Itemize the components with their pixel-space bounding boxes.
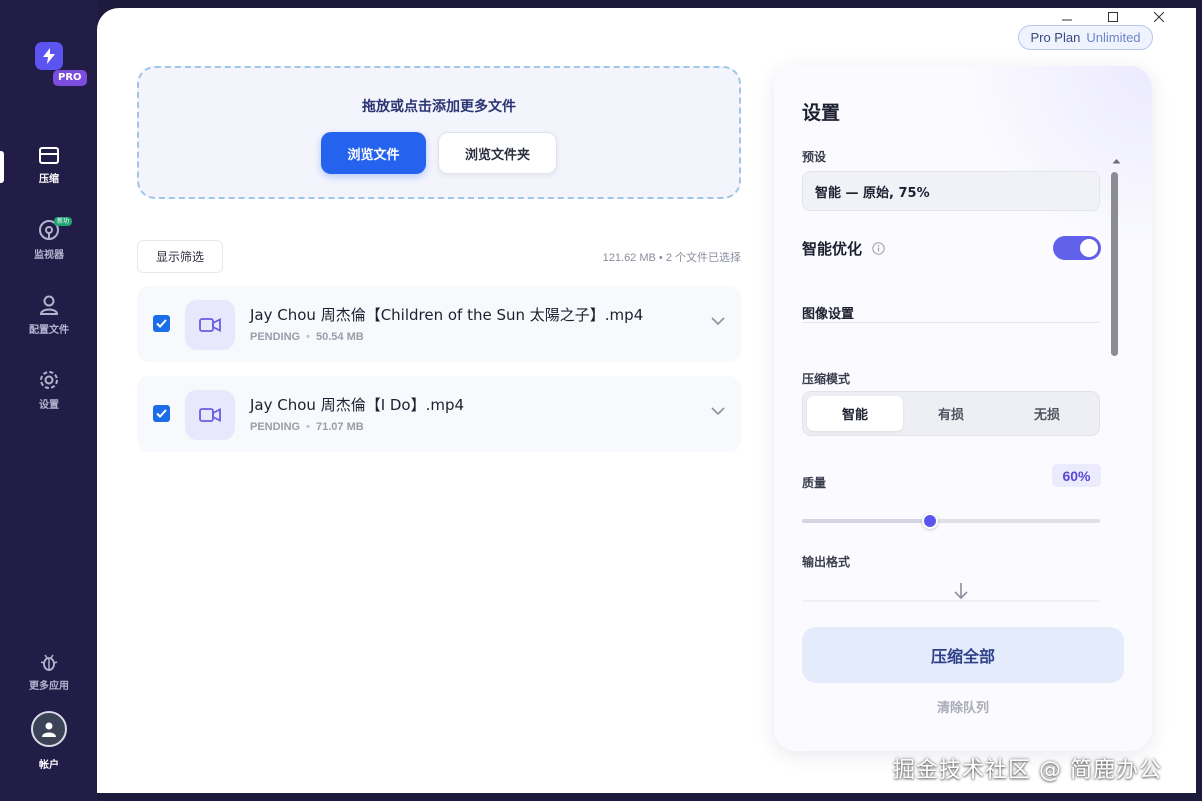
clear-queue-link[interactable]: 清除队列 (774, 697, 1152, 716)
arrow-down-icon[interactable] (954, 582, 968, 600)
slider-thumb[interactable] (922, 513, 939, 529)
compress-all-button[interactable]: 压缩全部 (802, 627, 1124, 683)
quality-label: 质量 (802, 476, 827, 490)
image-settings-heading: 图像设置 (802, 307, 855, 322)
maximize-icon (1108, 12, 1118, 22)
scroll-up-icon[interactable] (1112, 158, 1121, 164)
main-panel: Pro Plan Unlimited 拖放或点击添加更多文件 浏览文件 浏览文件… (97, 8, 1196, 793)
account-avatar[interactable] (31, 711, 67, 747)
bolt-icon (35, 42, 63, 70)
close-button[interactable] (1136, 8, 1182, 26)
video-icon (185, 300, 235, 350)
file-meta: PENDING • 50.54 MB (250, 331, 364, 343)
maximize-button[interactable] (1090, 8, 1136, 26)
browse-folder-button[interactable]: 浏览文件夹 (438, 132, 557, 174)
browse-files-button[interactable]: 浏览文件 (321, 132, 426, 174)
window-controls (1044, 8, 1182, 26)
nav-label: 配置文件 (29, 325, 69, 336)
smart-optimize-toggle[interactable] (1053, 236, 1101, 260)
nav-monitor[interactable]: 新功 监视器 (8, 217, 90, 269)
mode-lossy[interactable]: 有损 (903, 396, 999, 431)
close-icon (1154, 12, 1164, 22)
file-checkbox[interactable] (153, 405, 170, 422)
info-icon[interactable] (872, 242, 885, 255)
box-icon (39, 147, 59, 164)
file-checkbox[interactable] (153, 315, 170, 332)
plan-badge[interactable]: Pro Plan Unlimited (1018, 25, 1153, 50)
file-status: PENDING (250, 421, 301, 433)
nav-label: 更多应用 (29, 681, 69, 692)
quality-value: 60% (1052, 464, 1101, 487)
mode-smart[interactable]: 智能 (807, 396, 903, 431)
app-logo: PRO (34, 40, 87, 90)
sidebar: PRO 压缩 新功 监视器 配置文件 设置 更多应用 帐户 (0, 0, 98, 801)
separator-dot: • (306, 421, 310, 433)
file-meta: PENDING • 71.07 MB (250, 421, 364, 433)
preset-select[interactable]: 智能 — 原始, 75% (802, 171, 1100, 211)
separator-dot: • (306, 331, 310, 343)
bug-icon (40, 654, 58, 671)
nav-label: 设置 (39, 400, 59, 411)
file-size: 71.07 MB (315, 421, 364, 433)
show-filter-button[interactable]: 显示筛选 (137, 240, 223, 273)
new-badge: 新功 (54, 217, 73, 226)
check-icon (156, 319, 167, 328)
minimize-button[interactable] (1044, 8, 1090, 26)
settings-panel: 设置 预设 智能 — 原始, 75% 智能优化 图像设置 压缩模式 智能 有损 … (774, 66, 1152, 751)
account-label: 帐户 (39, 760, 59, 771)
selection-summary: 121.62 MB • 2 个文件已选择 (602, 252, 741, 264)
active-indicator (0, 151, 4, 183)
user-icon (39, 295, 59, 315)
file-size: 50.54 MB (315, 331, 364, 343)
compress-mode-selector: 智能 有损 无损 (802, 391, 1100, 436)
faded-content (802, 588, 1100, 608)
settings-title: 设置 (802, 102, 841, 124)
file-name: Jay Chou 周杰倫【Children of the Sun 太陽之子】.m… (250, 306, 644, 324)
scrollbar-thumb[interactable] (1111, 172, 1118, 356)
quality-slider[interactable] (802, 513, 1100, 529)
nav-profiles[interactable]: 配置文件 (8, 294, 90, 344)
nav-label: 监视器 (34, 250, 64, 261)
chevron-down-icon[interactable] (711, 407, 725, 416)
compress-mode-label: 压缩模式 (802, 372, 851, 386)
file-row[interactable]: Jay Chou 周杰倫【Children of the Sun 太陽之子】.m… (137, 286, 741, 362)
output-format-label: 输出格式 (802, 555, 851, 569)
nav-compress[interactable]: 压缩 (8, 145, 90, 195)
video-icon (185, 390, 235, 440)
file-status: PENDING (250, 331, 301, 343)
smart-optimize-row: 智能优化 (802, 238, 885, 259)
preset-label: 预设 (802, 150, 827, 164)
drop-zone-title: 拖放或点击添加更多文件 (362, 99, 516, 115)
slider-fill (802, 519, 931, 523)
panel-glow (952, 66, 1152, 266)
plan-name: Pro Plan (1030, 30, 1081, 45)
person-icon (42, 722, 56, 737)
nav-settings[interactable]: 设置 (8, 369, 90, 419)
divider (802, 322, 1100, 323)
mode-lossless[interactable]: 无损 (999, 396, 1095, 431)
file-row[interactable]: Jay Chou 周杰倫【I Do】.mp4 PENDING • 71.07 MB (137, 376, 741, 452)
nav-more-apps[interactable]: 更多应用 (8, 652, 90, 702)
gear-icon (40, 371, 58, 389)
drop-zone[interactable]: 拖放或点击添加更多文件 浏览文件 浏览文件夹 (137, 66, 741, 199)
smart-optimize-label: 智能优化 (802, 240, 863, 258)
chevron-down-icon[interactable] (711, 317, 725, 326)
plan-tier: Unlimited (1086, 30, 1141, 45)
file-name: Jay Chou 周杰倫【I Do】.mp4 (250, 396, 465, 414)
nav-label: 压缩 (39, 174, 59, 185)
minimize-icon (1062, 19, 1072, 21)
watermark-text: 掘金技术社区 @ 简鹿办公 (893, 758, 1162, 783)
check-icon (156, 409, 167, 418)
pro-badge: PRO (53, 70, 87, 86)
